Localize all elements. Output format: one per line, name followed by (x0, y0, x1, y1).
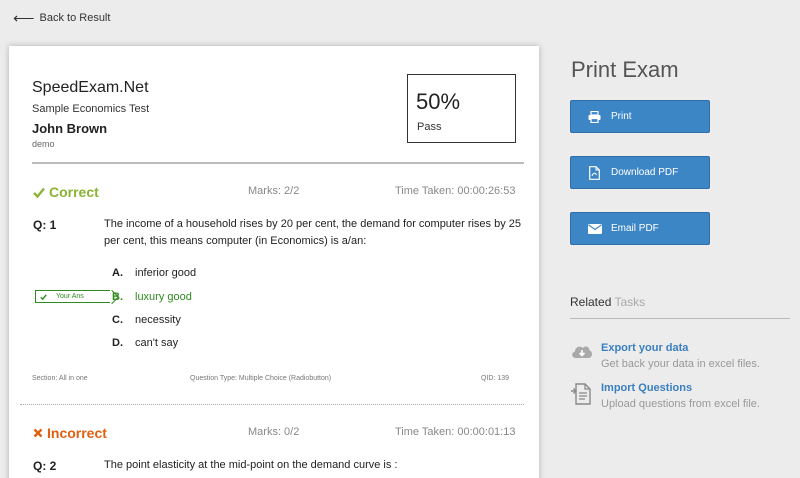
task-title[interactable]: Import Questions (601, 382, 692, 394)
back-link-label: Back to Result (39, 12, 111, 24)
option-letter: D. (112, 337, 123, 349)
status-label: Correct (49, 184, 99, 200)
related-title-main: Related (570, 295, 612, 309)
candidate-username: demo (32, 139, 55, 149)
question-id: QID: 139 (481, 375, 510, 382)
cross-icon (33, 428, 43, 438)
question-number: Q: 1 (33, 218, 57, 232)
question-section: Section: All in one (32, 375, 88, 382)
status-label: Incorrect (47, 425, 107, 441)
task-title[interactable]: Export your data (601, 342, 688, 354)
your-answer-tag: Your Ans (35, 290, 110, 303)
download-pdf-label: Download PDF (611, 167, 679, 178)
related-title-muted: Tasks (614, 295, 646, 309)
score-percent: 50% (416, 89, 461, 114)
check-icon (40, 293, 47, 300)
print-exam-title: Print Exam (571, 57, 679, 82)
download-pdf-button[interactable]: Download PDF (570, 156, 710, 189)
question-marks: Marks: 0/2 (248, 426, 300, 438)
related-tasks-title: Related Tasks (570, 295, 645, 309)
option-text: inferior good (135, 267, 197, 279)
org-name: SpeedExam.Net (32, 79, 149, 96)
option-letter-selected: B. (112, 291, 123, 303)
print-button[interactable]: Print (570, 100, 710, 133)
your-answer-label: Your Ans (56, 293, 84, 300)
question-text: The point elasticity at the mid-point on… (104, 459, 398, 471)
option-letter: C. (112, 314, 123, 326)
back-to-result-link[interactable]: ⟵ Back to Result (13, 9, 111, 27)
candidate-name: John Brown (32, 121, 108, 136)
printer-icon (587, 110, 602, 123)
test-name: Sample Economics Test (32, 103, 150, 115)
task-description: Upload questions from excel file. (601, 398, 760, 410)
print-button-label: Print (611, 111, 632, 122)
result-status: Pass (417, 121, 442, 133)
option-text: can't say (135, 337, 179, 349)
related-divider (570, 318, 790, 319)
envelope-icon (587, 223, 602, 234)
email-pdf-label: Email PDF (611, 223, 659, 234)
score-box: 50% Pass (407, 74, 516, 143)
cloud-download-icon (570, 342, 594, 364)
header-divider (32, 162, 524, 164)
email-pdf-button[interactable]: Email PDF (570, 212, 710, 245)
question-status-correct: Correct (33, 184, 99, 200)
check-icon (33, 187, 45, 198)
option-text-selected: luxury good (135, 291, 192, 303)
pdf-file-icon (587, 165, 602, 180)
question-marks: Marks: 2/2 (248, 185, 300, 197)
question-divider (20, 404, 524, 405)
option-letter: A. (112, 267, 123, 279)
option-text: necessity (135, 314, 181, 326)
question-time-taken: Time Taken: 00:00:01:13 (395, 426, 516, 438)
question-number: Q: 2 (33, 459, 57, 473)
question-time-taken: Time Taken: 00:00:26:53 (395, 185, 516, 197)
import-document-icon (570, 382, 594, 405)
question-status-incorrect: Incorrect (33, 425, 107, 441)
arrow-left-icon: ⟵ (13, 9, 35, 27)
question-type: Question Type: Multiple Choice (Radiobut… (190, 375, 332, 382)
task-description: Get back your data in excel files. (601, 358, 760, 370)
exam-paper: SpeedExam.Net Sample Economics Test John… (9, 46, 539, 478)
question-text: The income of a household rises by 20 pe… (104, 218, 522, 247)
